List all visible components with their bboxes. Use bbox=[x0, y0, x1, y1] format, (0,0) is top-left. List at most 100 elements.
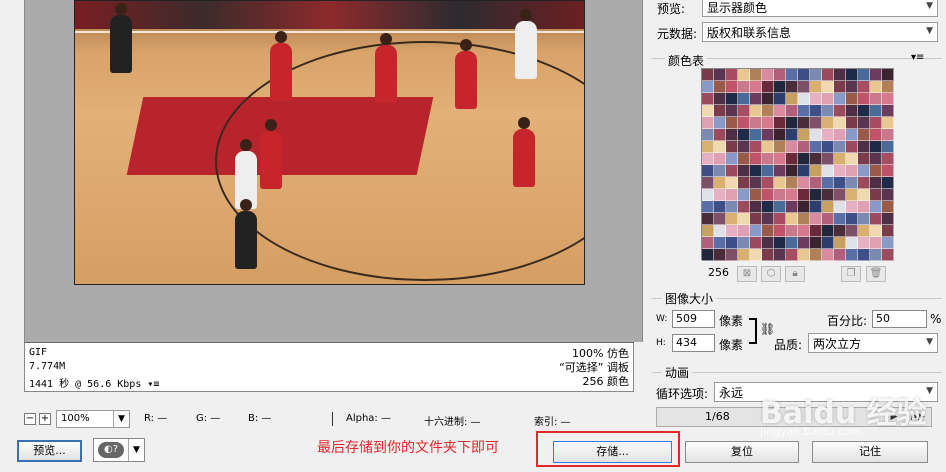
height-input[interactable]: 434 bbox=[672, 334, 715, 352]
color-swatch[interactable] bbox=[702, 213, 714, 225]
color-swatch[interactable] bbox=[798, 129, 810, 141]
color-swatch[interactable] bbox=[702, 141, 714, 153]
color-swatch[interactable] bbox=[786, 225, 798, 237]
color-swatch[interactable] bbox=[762, 93, 774, 105]
color-swatch[interactable] bbox=[810, 69, 822, 81]
color-swatch[interactable] bbox=[870, 81, 882, 93]
color-swatch[interactable] bbox=[762, 69, 774, 81]
color-swatch[interactable] bbox=[798, 81, 810, 93]
color-swatch[interactable] bbox=[882, 201, 894, 213]
color-swatch[interactable] bbox=[738, 249, 750, 261]
color-swatch[interactable] bbox=[858, 237, 870, 249]
color-swatch[interactable] bbox=[786, 249, 798, 261]
color-swatch[interactable] bbox=[738, 81, 750, 93]
color-swatch[interactable] bbox=[786, 141, 798, 153]
color-swatch[interactable] bbox=[786, 81, 798, 93]
color-swatch[interactable] bbox=[714, 249, 726, 261]
color-swatch[interactable] bbox=[882, 249, 894, 261]
color-swatch[interactable] bbox=[882, 213, 894, 225]
color-swatch[interactable] bbox=[882, 105, 894, 117]
color-swatch[interactable] bbox=[858, 93, 870, 105]
color-swatch[interactable] bbox=[858, 165, 870, 177]
color-swatch[interactable] bbox=[822, 141, 834, 153]
color-swatch[interactable] bbox=[870, 69, 882, 81]
color-swatch[interactable] bbox=[870, 165, 882, 177]
color-swatch[interactable] bbox=[774, 129, 786, 141]
color-swatch[interactable] bbox=[786, 69, 798, 81]
color-swatch[interactable] bbox=[702, 117, 714, 129]
color-swatch[interactable] bbox=[882, 141, 894, 153]
color-swatch[interactable] bbox=[702, 177, 714, 189]
color-swatch[interactable] bbox=[762, 117, 774, 129]
color-swatch[interactable] bbox=[834, 189, 846, 201]
color-swatch[interactable] bbox=[738, 213, 750, 225]
color-swatch[interactable] bbox=[714, 69, 726, 81]
color-swatch[interactable] bbox=[846, 201, 858, 213]
color-swatch[interactable] bbox=[774, 141, 786, 153]
link-icon[interactable]: ⛓︎ bbox=[760, 322, 775, 336]
color-swatch[interactable] bbox=[798, 141, 810, 153]
color-swatch[interactable] bbox=[798, 153, 810, 165]
color-swatch[interactable] bbox=[702, 165, 714, 177]
color-swatch[interactable] bbox=[750, 93, 762, 105]
color-swatch[interactable] bbox=[834, 81, 846, 93]
color-swatch[interactable] bbox=[846, 117, 858, 129]
color-swatch[interactable] bbox=[726, 69, 738, 81]
color-swatch[interactable] bbox=[786, 201, 798, 213]
color-swatch[interactable] bbox=[762, 189, 774, 201]
color-swatch[interactable] bbox=[786, 129, 798, 141]
color-swatch[interactable] bbox=[870, 237, 882, 249]
color-swatch[interactable] bbox=[882, 69, 894, 81]
color-swatch[interactable] bbox=[858, 69, 870, 81]
color-swatch[interactable] bbox=[858, 177, 870, 189]
color-swatch[interactable] bbox=[798, 93, 810, 105]
color-swatch[interactable] bbox=[858, 105, 870, 117]
color-swatch[interactable] bbox=[762, 105, 774, 117]
color-swatch[interactable] bbox=[702, 249, 714, 261]
color-swatch[interactable] bbox=[726, 213, 738, 225]
color-swatch[interactable] bbox=[870, 141, 882, 153]
color-swatch[interactable] bbox=[750, 81, 762, 93]
color-swatch[interactable] bbox=[738, 237, 750, 249]
color-swatch[interactable] bbox=[846, 141, 858, 153]
browser-select[interactable]: ◐? ▼ bbox=[93, 438, 145, 462]
color-swatch[interactable] bbox=[774, 153, 786, 165]
color-swatch[interactable] bbox=[702, 69, 714, 81]
color-swatch[interactable] bbox=[870, 105, 882, 117]
color-swatch[interactable] bbox=[738, 141, 750, 153]
color-table-grid[interactable] bbox=[701, 68, 894, 261]
color-swatch[interactable] bbox=[810, 117, 822, 129]
color-swatch[interactable] bbox=[726, 141, 738, 153]
color-swatch[interactable] bbox=[762, 177, 774, 189]
color-swatch[interactable] bbox=[846, 213, 858, 225]
color-swatch[interactable] bbox=[750, 105, 762, 117]
color-swatch[interactable] bbox=[834, 213, 846, 225]
color-swatch[interactable] bbox=[738, 225, 750, 237]
color-swatch[interactable] bbox=[858, 117, 870, 129]
color-swatch[interactable] bbox=[870, 177, 882, 189]
color-swatch[interactable] bbox=[702, 81, 714, 93]
color-swatch[interactable] bbox=[774, 117, 786, 129]
color-swatch[interactable] bbox=[738, 201, 750, 213]
color-swatch[interactable] bbox=[714, 153, 726, 165]
trash-icon[interactable]: 🗑︎ bbox=[866, 266, 886, 282]
color-swatch[interactable] bbox=[798, 213, 810, 225]
color-swatch[interactable] bbox=[822, 117, 834, 129]
color-swatch[interactable] bbox=[726, 225, 738, 237]
color-swatch[interactable] bbox=[726, 105, 738, 117]
color-swatch[interactable] bbox=[882, 165, 894, 177]
color-swatch[interactable] bbox=[774, 225, 786, 237]
color-swatch[interactable] bbox=[762, 213, 774, 225]
color-swatch[interactable] bbox=[738, 165, 750, 177]
color-swatch[interactable] bbox=[810, 129, 822, 141]
color-swatch[interactable] bbox=[714, 177, 726, 189]
color-swatch[interactable] bbox=[822, 225, 834, 237]
color-swatch[interactable] bbox=[738, 177, 750, 189]
color-swatch[interactable] bbox=[714, 141, 726, 153]
color-swatch[interactable] bbox=[822, 105, 834, 117]
color-swatch[interactable] bbox=[846, 153, 858, 165]
color-swatch[interactable] bbox=[822, 177, 834, 189]
color-swatch[interactable] bbox=[834, 117, 846, 129]
color-swatch[interactable] bbox=[798, 201, 810, 213]
color-swatch[interactable] bbox=[726, 237, 738, 249]
